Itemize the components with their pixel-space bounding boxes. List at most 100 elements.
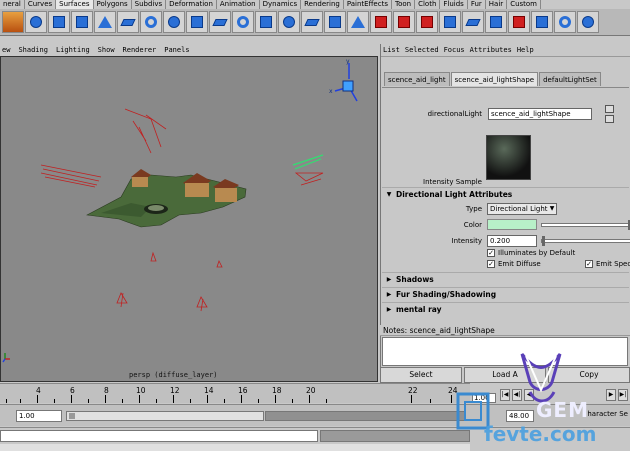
shelf-tab-subdivs[interactable]: Subdivs: [132, 0, 167, 9]
shelf-tab-toon[interactable]: Toon: [392, 0, 416, 9]
tab-scence-aid-light[interactable]: scence_aid_light: [384, 72, 450, 86]
collapsed-arrow-icon: ▶: [386, 290, 392, 298]
shelf-tab-custom[interactable]: Custom: [507, 0, 542, 9]
time-slider[interactable]: 4 6 8 10 12 14 16 18 20 22 24: [0, 383, 470, 403]
square-surface-icon[interactable]: [324, 11, 346, 33]
shelf-tab-painteffects[interactable]: PaintEffects: [344, 0, 392, 9]
frame-label-10: 10: [136, 386, 146, 395]
focus-node-icon[interactable]: [605, 105, 614, 113]
illuminates-checkbox[interactable]: ✓: [487, 249, 495, 257]
intersect-icon[interactable]: [416, 11, 438, 33]
node-name-field[interactable]: scence_aid_lightShape: [488, 108, 592, 120]
shelf-tab-fur[interactable]: Fur: [468, 0, 486, 9]
emit-diffuse-checkbox[interactable]: ✓: [487, 260, 495, 268]
fillet-icon[interactable]: [439, 11, 461, 33]
frame-label-20: 20: [306, 386, 316, 395]
intensity-label: Intensity: [451, 237, 482, 245]
tab-scence-aid-lightshape[interactable]: scence_aid_lightShape: [450, 72, 539, 86]
menu-renderer[interactable]: Renderer: [123, 44, 157, 56]
color-label: Color: [463, 220, 482, 229]
shelf-tab-cloth[interactable]: Cloth: [415, 0, 441, 9]
nurbs-cone-icon[interactable]: [94, 11, 116, 33]
menu-view[interactable]: ew: [2, 44, 10, 56]
boundary-icon[interactable]: [278, 11, 300, 33]
intensity-slider[interactable]: [541, 236, 630, 246]
command-input[interactable]: [0, 430, 318, 442]
maya-window: neral Curves Surfaces Polygons Subdivs D…: [0, 0, 630, 451]
nurbs-cylinder-icon[interactable]: [71, 11, 93, 33]
project-curve-icon[interactable]: [393, 11, 415, 33]
range-start-field[interactable]: 1.00: [16, 410, 62, 422]
bevel-icon[interactable]: [255, 11, 277, 33]
menu-help[interactable]: Help: [517, 44, 534, 56]
illuminates-label: Illuminates by Default: [498, 249, 576, 257]
planar-icon[interactable]: [209, 11, 231, 33]
revolve-icon[interactable]: [163, 11, 185, 33]
presets-icon[interactable]: [605, 115, 614, 123]
shelf-tab-curves[interactable]: Curves: [25, 0, 57, 9]
extrude-icon[interactable]: [232, 11, 254, 33]
frame-label-4: 4: [36, 386, 41, 395]
birail-icon[interactable]: [301, 11, 323, 33]
svg-text:x: x: [329, 88, 333, 95]
shelf-tab-polygons[interactable]: Polygons: [94, 0, 132, 9]
sculpt-icon[interactable]: [577, 11, 599, 33]
stitch-icon[interactable]: [462, 11, 484, 33]
origin-axis: [2, 353, 10, 363]
menu-lighting[interactable]: Lighting: [56, 44, 90, 56]
shelf-tab-rendering[interactable]: Rendering: [301, 0, 344, 9]
rebuild-icon[interactable]: [531, 11, 553, 33]
menu-focus[interactable]: Focus: [444, 44, 465, 56]
section-directional-light[interactable]: ▼ Directional Light Attributes: [382, 187, 629, 200]
insert-isoparm-icon[interactable]: [554, 11, 576, 33]
shelf-tab-hair[interactable]: Hair: [486, 0, 508, 9]
range-slider-remainder: [265, 411, 465, 421]
shelf-tab-animation[interactable]: Animation: [217, 0, 260, 9]
range-handle[interactable]: [69, 413, 75, 419]
collapsed-arrow-icon: ▶: [386, 275, 392, 283]
menu-selected[interactable]: Selected: [405, 44, 439, 56]
detach-icon[interactable]: [508, 11, 530, 33]
menu-shading[interactable]: Shading: [18, 44, 48, 56]
attach-icon[interactable]: [485, 11, 507, 33]
frame-label-6: 6: [70, 386, 75, 395]
frame-label-16: 16: [238, 386, 248, 395]
menu-attributes[interactable]: Attributes: [470, 44, 512, 56]
watermark-site: fevte.com: [484, 422, 597, 446]
shelf-tab-dynamics[interactable]: Dynamics: [260, 0, 302, 9]
nurbs-plane-icon[interactable]: [117, 11, 139, 33]
shelf-tab-fluids[interactable]: Fluids: [440, 0, 468, 9]
range-slider[interactable]: [66, 411, 264, 421]
color-slider[interactable]: [541, 219, 630, 230]
tab-default-light-set[interactable]: defaultLightSet: [539, 72, 601, 86]
light-type-dropdown[interactable]: Directional Light ▼: [487, 203, 557, 215]
frame-label-18: 18: [272, 386, 282, 395]
untrim-icon[interactable]: [370, 11, 392, 33]
perspective-viewport[interactable]: y x persp (diffuse_layer): [0, 56, 378, 382]
loft-icon[interactable]: [186, 11, 208, 33]
intensity-field[interactable]: 0.200: [487, 235, 537, 247]
node-tabs: scence_aid_light scence_aid_lightShape d…: [384, 72, 602, 86]
shelf-menu-icon[interactable]: [2, 11, 24, 33]
shelf-tab-surfaces[interactable]: Surfaces: [56, 0, 94, 9]
menu-list[interactable]: List: [383, 44, 400, 56]
section-shadows[interactable]: ▶ Shadows: [382, 272, 629, 285]
view-cube-gizmo[interactable]: y x: [329, 58, 358, 102]
shelf-tab-general[interactable]: neral: [0, 0, 25, 9]
trim-tool-icon[interactable]: [347, 11, 369, 33]
menu-show[interactable]: Show: [98, 44, 115, 56]
shelf-tab-deformation[interactable]: Deformation: [166, 0, 217, 9]
nurbs-torus-icon[interactable]: [140, 11, 162, 33]
frame-label-8: 8: [104, 386, 109, 395]
color-swatch[interactable]: [487, 219, 537, 230]
emit-specular-checkbox[interactable]: ✓: [585, 260, 593, 268]
nurbs-cube-icon[interactable]: [48, 11, 70, 33]
section-mental-ray[interactable]: ▶ mental ray: [382, 302, 629, 315]
select-button[interactable]: Select: [380, 367, 462, 383]
light-rig-green: [292, 154, 324, 170]
section-fur-shading[interactable]: ▶ Fur Shading/Shadowing: [382, 287, 629, 300]
notes-title: Notes: scence_aid_lightShape: [380, 325, 630, 336]
menu-panels[interactable]: Panels: [164, 44, 189, 56]
intensity-sample-swatch: [486, 135, 531, 180]
nurbs-sphere-icon[interactable]: [25, 11, 47, 33]
